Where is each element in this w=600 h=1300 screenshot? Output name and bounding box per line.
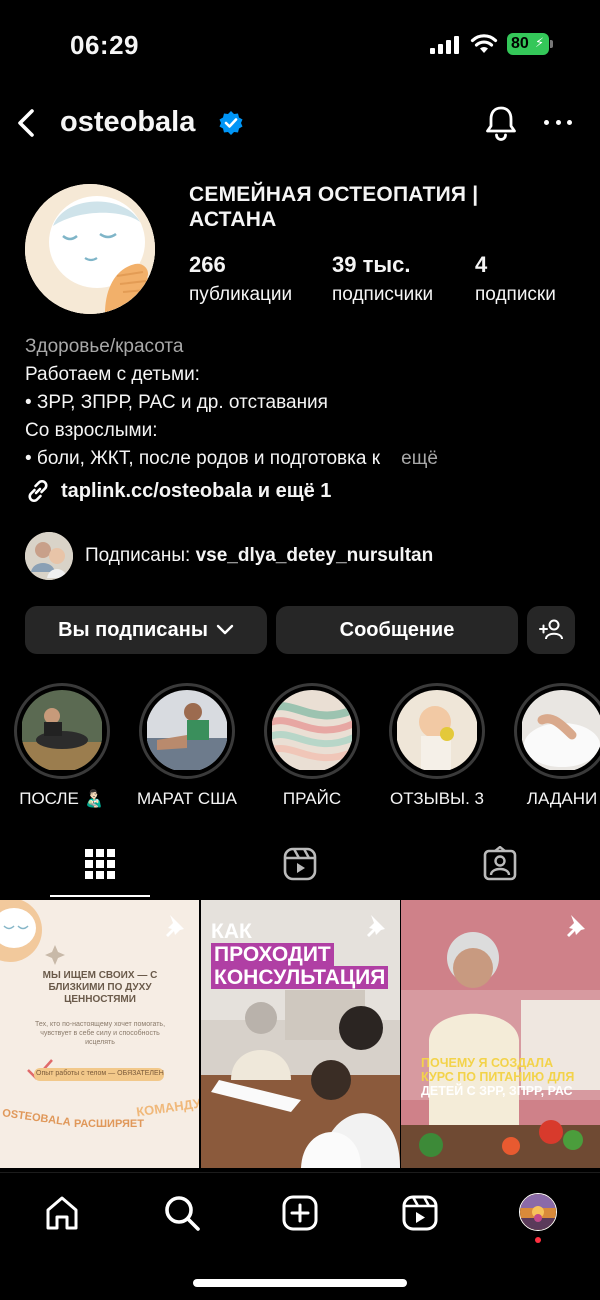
- followed-by-text: Подписаны: vse_dlya_detey_nursultan: [85, 545, 433, 567]
- highlight-label: ПОСЛЕ 👨🏻‍🍼: [19, 789, 105, 808]
- highlight-item[interactable]: МАРАТ США: [137, 683, 237, 809]
- post-3-caption: ПОЧЕМУ Я СОЗДАЛА КУРС ПО ПИТАНИЮ ДЛЯ ДЕТ…: [421, 1056, 596, 1098]
- add-person-icon: [539, 619, 563, 640]
- stat-followers[interactable]: 39 тыс. подписчики: [332, 252, 433, 306]
- highlight-item[interactable]: ПРАЙС: [262, 683, 362, 809]
- following-button-label: Вы подписаны: [58, 618, 208, 641]
- stat-followers-label: подписчики: [332, 284, 434, 305]
- own-profile-avatar[interactable]: [519, 1193, 557, 1231]
- pin-icon: [567, 915, 585, 937]
- post-1-footer-mid: РАСШИРЯЕТ: [74, 1118, 144, 1130]
- home-indicator: [193, 1279, 407, 1287]
- profile-avatar[interactable]: [25, 184, 155, 314]
- status-bar: 06:29 80 ⚡: [0, 0, 600, 90]
- highlight-cover: [21, 690, 103, 772]
- highlight-label: МАРАТ США: [137, 789, 238, 808]
- highlight-label: ОТЗЫВЫ. 3: [389, 789, 485, 808]
- highlight-cover: [521, 690, 600, 772]
- profile-link-text: taplink.cc/osteobala и ещё 1: [61, 479, 332, 502]
- create-post-icon[interactable]: [280, 1193, 320, 1233]
- pin-icon: [367, 915, 385, 937]
- profile-bio: Здоровье/красота Работаем с детьми: • ЗР…: [25, 333, 585, 473]
- highlight-cover: [271, 690, 353, 772]
- post-3-caption-line: КУРС ПО ПИТАНИЮ ДЛЯ: [421, 1070, 575, 1084]
- grid-tab-icon[interactable]: [82, 846, 118, 882]
- bio-category: Здоровье/красота: [25, 336, 184, 357]
- bio-line: Со взрослыми:: [25, 420, 158, 441]
- post-2-line3: КОНСУЛЬТАЦИЯ: [211, 966, 389, 989]
- message-button-label: Сообщение: [339, 618, 455, 641]
- bio-line-last: • боли, ЖКТ, после родов и подготовка к …: [25, 445, 585, 473]
- bio-more-link[interactable]: ещё: [401, 448, 438, 469]
- highlight-cover: [396, 690, 478, 772]
- wifi-icon: [470, 34, 498, 53]
- back-arrow-icon[interactable]: [12, 106, 42, 140]
- more-options-icon[interactable]: [540, 104, 576, 140]
- message-button[interactable]: Сообщение: [276, 606, 518, 654]
- highlight-label: ЛАДАНИ: [526, 789, 598, 808]
- verified-badge-icon: [219, 111, 243, 135]
- stat-following[interactable]: 4 подписки: [475, 252, 556, 306]
- profile-username: osteobala: [60, 106, 196, 138]
- status-time: 06:29: [70, 30, 139, 60]
- follower-avatar: [25, 532, 73, 580]
- highlight-cover: [146, 690, 228, 772]
- link-icon: [28, 479, 48, 503]
- active-tab-indicator: [50, 895, 150, 897]
- post-1-tag: Опыт работы с телом — ОБЯЗАТЕЛЕН: [36, 1070, 164, 1077]
- post-3-caption-line: ПОЧЕМУ Я СОЗДАЛА: [421, 1056, 554, 1070]
- post-1-subtext: Тех, кто по-настоящему хочет помогать, ч…: [34, 1021, 166, 1046]
- post-tile[interactable]: КАК ПРОХОДИТ КОНСУЛЬТАЦИЯ: [201, 900, 400, 1168]
- cellular-signal-icon: [430, 36, 459, 54]
- reels-icon[interactable]: [400, 1193, 440, 1233]
- profile-display-name: СЕМЕЙНАЯ ОСТЕОПАТИЯ | АСТАНА: [189, 183, 479, 231]
- stat-following-label: подписки: [475, 284, 556, 305]
- stat-posts-value: 266: [189, 252, 226, 277]
- stat-following-value: 4: [475, 252, 488, 277]
- avatar-illustration: [25, 184, 155, 314]
- highlight-item[interactable]: ПОСЛЕ 👨🏻‍🍼: [12, 683, 112, 809]
- reels-tab-icon[interactable]: [282, 846, 318, 882]
- notifications-bell-icon[interactable]: [483, 104, 519, 142]
- highlight-item[interactable]: ОТЗЫВЫ. 3: [387, 683, 487, 809]
- post-3-caption-line: ДЕТЕЙ С ЗРР, ЗПРР, РАС: [421, 1084, 573, 1098]
- bio-line: • боли, ЖКТ, после родов и подготовка к: [25, 448, 381, 469]
- followed-by-row[interactable]: Подписаны: vse_dlya_detey_nursultan: [25, 532, 433, 580]
- charging-icon: ⚡: [535, 35, 545, 50]
- profile-tabs: [0, 838, 600, 898]
- post-1-headline: МЫ ИЩЕМ СВОИХ — С БЛИЗКИМИ ПО ДУХУ ЦЕННО…: [42, 970, 158, 1005]
- stat-posts[interactable]: 266 публикации: [189, 252, 292, 306]
- post-3-photo: [401, 900, 600, 1168]
- tagged-tab-icon[interactable]: [482, 846, 518, 882]
- highlight-item[interactable]: ЛАДАНИ: [512, 683, 600, 809]
- pin-icon: [166, 915, 184, 937]
- search-icon[interactable]: [162, 1193, 202, 1233]
- post-tile[interactable]: МЫ ИЩЕМ СВОИХ — С БЛИЗКИМИ ПО ДУХУ ЦЕННО…: [0, 900, 199, 1168]
- post-tile[interactable]: ПОЧЕМУ Я СОЗДАЛА КУРС ПО ПИТАНИЮ ДЛЯ ДЕТ…: [401, 900, 600, 1168]
- post-2-line2: ПРОХОДИТ: [211, 943, 334, 966]
- followed-by-prefix: Подписаны:: [85, 545, 191, 566]
- stat-posts-label: публикации: [189, 284, 293, 305]
- suggest-users-button[interactable]: [527, 606, 575, 654]
- following-button[interactable]: Вы подписаны: [25, 606, 267, 654]
- chevron-down-icon: [216, 624, 234, 635]
- stat-followers-value: 39 тыс.: [332, 252, 411, 277]
- bio-line: Работаем с детьми:: [25, 364, 200, 385]
- battery-tip: [550, 40, 553, 48]
- notification-dot: [535, 1237, 541, 1243]
- bio-line: • ЗРР, ЗПРР, РАС и др. отставания: [25, 392, 328, 413]
- posts-grid: МЫ ИЩЕМ СВОИХ — С БЛИЗКИМИ ПО ДУХУ ЦЕННО…: [0, 900, 600, 1170]
- home-icon[interactable]: [42, 1193, 82, 1233]
- battery-level: 80: [511, 35, 529, 52]
- highlight-label: ПРАЙС: [282, 789, 342, 808]
- profile-link[interactable]: taplink.cc/osteobala и ещё 1: [25, 478, 331, 504]
- followed-by-user[interactable]: vse_dlya_detey_nursultan: [196, 545, 434, 566]
